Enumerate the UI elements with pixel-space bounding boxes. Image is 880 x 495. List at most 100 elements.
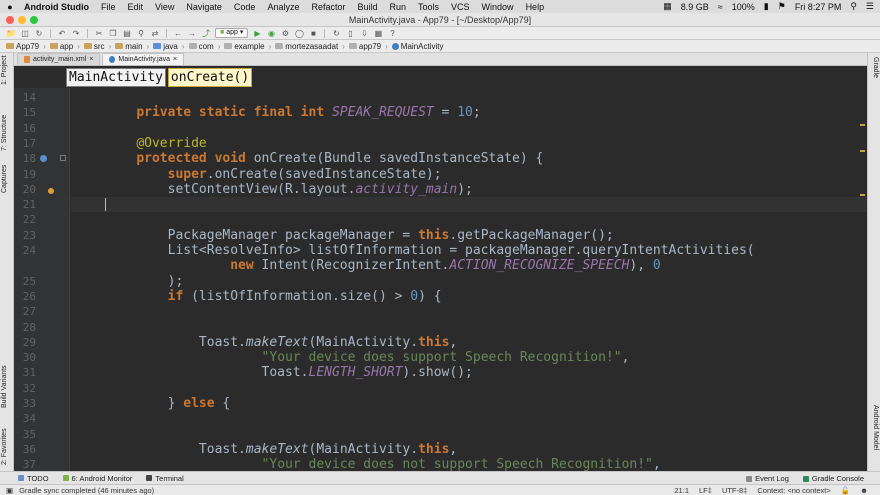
gradle-tool-button[interactable]: Gradle	[872, 57, 879, 78]
code-line[interactable]	[70, 411, 867, 426]
nav-crumb-example[interactable]: example ›	[224, 42, 273, 51]
favorites-tool-button[interactable]: 2: Favorites	[1, 428, 8, 465]
menu-vcs[interactable]: VCS	[451, 2, 470, 12]
android-model-tool-button[interactable]: Android Model	[872, 405, 879, 450]
code-line[interactable]: );	[70, 274, 867, 289]
lock-icon[interactable]: 🔓	[841, 486, 850, 495]
code-line[interactable]	[70, 304, 867, 319]
sdk-manager-icon[interactable]: ⇩	[359, 29, 369, 38]
run-config-select[interactable]: ■ app ▾	[215, 28, 249, 38]
android-device-monitor-icon[interactable]: ▦	[373, 29, 383, 38]
captures-tool-button[interactable]: Captures	[1, 165, 8, 193]
menu-refactor[interactable]: Refactor	[311, 2, 345, 12]
help-icon[interactable]: ?	[387, 29, 397, 38]
run-icon[interactable]: ▶	[252, 29, 262, 38]
menu-edit[interactable]: Edit	[128, 2, 144, 12]
build-variants-tool-button[interactable]: Build Variants	[1, 365, 8, 408]
stop-icon[interactable]: ■	[308, 29, 318, 38]
breadcrumb-class[interactable]: MainActivity	[66, 67, 166, 87]
code-line[interactable]	[70, 121, 867, 136]
search-icon[interactable]: ⚲	[850, 1, 857, 12]
error-stripe-marker[interactable]	[860, 150, 865, 152]
nav-crumb-app79-package[interactable]: app79 ›	[348, 42, 390, 51]
forward-icon[interactable]: →	[187, 29, 197, 38]
code-line[interactable]: protected void onCreate(Bundle savedInst…	[70, 151, 867, 166]
event-log-tool-button[interactable]: Event Log	[746, 474, 789, 483]
code-area[interactable]: private static final int SPEAK_REQUEST =…	[70, 88, 867, 471]
code-line[interactable]	[70, 197, 867, 213]
debug-icon[interactable]: ◉	[266, 29, 276, 38]
code-line[interactable]: Toast.makeText(MainActivity.this,	[70, 442, 867, 457]
code-line[interactable]	[70, 381, 867, 396]
code-line[interactable]: super.onCreate(savedInstanceState);	[70, 167, 867, 182]
menu-code[interactable]: Code	[234, 2, 256, 12]
nav-crumb-src[interactable]: src ›	[83, 42, 113, 51]
menu-help[interactable]: Help	[526, 2, 545, 12]
project-tool-button[interactable]: 1: Project	[1, 55, 8, 85]
replace-icon[interactable]: ⇄	[150, 29, 160, 38]
intention-bulb-icon[interactable]	[48, 187, 54, 194]
close-icon[interactable]: ×	[89, 56, 93, 63]
code-line[interactable]	[70, 212, 867, 227]
tab-activity-main-xml[interactable]: activity_main.xml ×	[17, 53, 101, 65]
code-line[interactable]: new Intent(RecognizerIntent.ACTION_RECOG…	[70, 258, 867, 273]
maximize-window-button[interactable]	[30, 16, 38, 24]
inspector-icon[interactable]: ☻	[860, 486, 868, 495]
status-message[interactable]: Gradle sync completed (46 minutes ago)	[19, 486, 154, 495]
code-line[interactable]: setContentView(R.layout.activity_main);	[70, 182, 867, 197]
code-line[interactable]: PackageManager packageManager = this.get…	[70, 228, 867, 243]
cut-icon[interactable]: ✂	[94, 29, 104, 38]
battery-percent[interactable]: 100%	[732, 2, 755, 12]
code-line[interactable]: "Your device does support Speech Recogni…	[70, 350, 867, 365]
error-stripe-marker[interactable]	[860, 124, 865, 126]
minimize-window-button[interactable]	[18, 16, 26, 24]
context-indicator[interactable]: Context: <no context>	[757, 486, 830, 495]
make-project-icon[interactable]: ⤴	[201, 29, 211, 38]
redo-icon[interactable]: ↷	[71, 29, 81, 38]
clock[interactable]: Fri 8:27 PM	[795, 2, 842, 12]
nav-crumb-main[interactable]: main ›	[115, 42, 151, 51]
paste-icon[interactable]: ▤	[122, 29, 132, 38]
line-separator[interactable]: LF‡	[699, 486, 712, 495]
sync-icon[interactable]: ↻	[34, 29, 44, 38]
avd-manager-icon[interactable]: ▯	[345, 29, 355, 38]
coverage-icon[interactable]: ◯	[294, 29, 304, 38]
menu-navigate[interactable]: Navigate	[186, 2, 222, 12]
save-icon[interactable]: ◫	[20, 29, 30, 38]
code-editor[interactable]: MainActivity onCreate() 14 15 16 17 18 19 20 21…	[14, 66, 867, 471]
code-line[interactable]	[70, 90, 867, 105]
code-line[interactable]: private static final int SPEAK_REQUEST =…	[70, 105, 867, 120]
nav-crumb-app79[interactable]: App79 ›	[6, 42, 48, 51]
line-number-gutter[interactable]: 14 15 16 17 18 19 20 21 22 23 24 25 26 27 28 29 30 31 32 33…	[14, 88, 70, 471]
override-method-icon[interactable]	[40, 155, 47, 163]
back-icon[interactable]: ←	[173, 29, 183, 38]
battery-icon[interactable]: ▮	[764, 1, 769, 12]
apple-menu-icon[interactable]: ●	[4, 2, 16, 12]
code-line[interactable]: if (listOfInformation.size() > 0) {	[70, 289, 867, 304]
code-line[interactable]	[70, 427, 867, 442]
sync-gradle-icon[interactable]: ↻	[331, 29, 341, 38]
code-line[interactable]	[70, 320, 867, 335]
code-line[interactable]: List<ResolveInfo> listOfInformation = pa…	[70, 243, 867, 258]
fold-icon[interactable]	[60, 155, 66, 162]
close-icon[interactable]: ×	[173, 56, 177, 63]
open-folder-icon[interactable]: 📁	[6, 29, 16, 38]
menu-analyze[interactable]: Analyze	[267, 2, 299, 12]
nav-crumb-java[interactable]: java ›	[153, 42, 186, 51]
close-window-button[interactable]	[6, 16, 14, 24]
caret-position[interactable]: 21:1	[674, 486, 689, 495]
file-encoding[interactable]: UTF-8‡	[722, 486, 747, 495]
tool-windows-icon[interactable]: ▣	[6, 486, 13, 495]
nav-crumb-app[interactable]: app ›	[49, 42, 82, 51]
memory-usage[interactable]: 8.9 GB	[681, 2, 709, 12]
memory-icon[interactable]: ▦	[663, 1, 672, 12]
menu-window[interactable]: Window	[482, 2, 514, 12]
wifi-icon[interactable]: ≈	[718, 2, 723, 12]
menu-build[interactable]: Build	[357, 2, 377, 12]
find-icon[interactable]: ⚲	[136, 29, 146, 38]
gradle-console-tool-button[interactable]: Gradle Console	[802, 474, 864, 483]
flag-icon[interactable]: ⚑	[778, 1, 786, 12]
code-line[interactable]: @Override	[70, 136, 867, 151]
nav-crumb-mainactivity[interactable]: MainActivity	[391, 42, 443, 51]
menu-run[interactable]: Run	[390, 2, 407, 12]
